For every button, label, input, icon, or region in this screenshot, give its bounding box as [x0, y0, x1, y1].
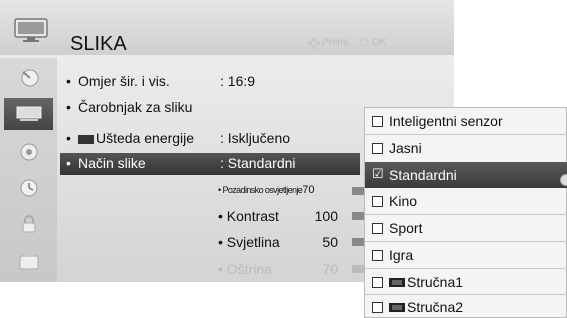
- option-intelligent-sensor[interactable]: Inteligentni senzor: [365, 108, 567, 134]
- menu-item-label: Način slike: [78, 155, 146, 171]
- scroll-handle[interactable]: [560, 174, 567, 186]
- sidebar-item-lock[interactable]: [4, 208, 53, 240]
- option-label: Jasni: [389, 140, 422, 156]
- setting-value: 70: [322, 261, 338, 277]
- setting-label: • Oštrina: [218, 261, 272, 277]
- option-label: Stručna2: [407, 299, 464, 315]
- checkbox[interactable]: [372, 142, 383, 154]
- option-vivid[interactable]: Jasni: [365, 135, 567, 161]
- expert-icon: [389, 277, 405, 287]
- option-expert2[interactable]: Stručna2: [365, 294, 567, 318]
- option-label: Igra: [389, 247, 414, 263]
- tv-icon: [14, 18, 48, 42]
- menu-header: SLIKA Premj. OK: [0, 0, 454, 55]
- setting-value: 100: [314, 208, 338, 224]
- menu-item-picture-wizard[interactable]: • Čarobnjak za sliku: [66, 99, 366, 115]
- lock-icon: [22, 215, 35, 233]
- menu-item-value: : Isključeno: [220, 130, 291, 146]
- expert-icon: [389, 302, 405, 312]
- picture-mode-dropdown[interactable]: Inteligentni senzor Jasni ☑ Standardni K…: [364, 107, 567, 318]
- menu-item-value: : 16:9: [220, 73, 256, 89]
- option-label: Inteligentni senzor: [389, 113, 503, 129]
- navigation-hint: Premj. OK: [308, 37, 387, 49]
- dpad-icon: [308, 37, 320, 49]
- setting-label: • Svjetlina: [218, 234, 280, 250]
- menu-item-aspect-ratio[interactable]: • Omjer šir. i vis. : 16:9: [66, 73, 366, 89]
- menu-item-picture-mode[interactable]: • Način slike : Standardni: [60, 153, 360, 175]
- menu-item-label: Omjer šir. i vis.: [78, 73, 170, 89]
- checkbox[interactable]: [372, 276, 383, 288]
- option-sport[interactable]: Sport: [365, 215, 567, 241]
- setting-brightness[interactable]: • Svjetlina 50: [218, 234, 338, 250]
- menu-item-value: : Standardni: [220, 155, 296, 171]
- sidebar-item-audio[interactable]: [4, 136, 53, 168]
- hint-move-label: Premj.: [322, 37, 351, 48]
- setting-contrast[interactable]: • Kontrast 100: [218, 208, 338, 224]
- sidebar-item-picture[interactable]: [4, 98, 53, 130]
- setting-value: 50: [322, 234, 338, 250]
- checkbox[interactable]: [372, 249, 383, 261]
- option-expert1[interactable]: Stručna1: [365, 269, 567, 295]
- option-label: Standardni: [389, 167, 457, 183]
- checkbox[interactable]: [372, 195, 383, 207]
- option-standard[interactable]: ☑ Standardni: [365, 162, 567, 188]
- menu-item-label: Čarobnjak za sliku: [78, 99, 193, 115]
- option-label: Sport: [389, 220, 423, 236]
- checkmark-icon: ☑: [372, 165, 384, 181]
- option-cinema[interactable]: Kino: [365, 188, 567, 214]
- menu-item-energy-saving[interactable]: • Ušteda energije : Isključeno: [66, 130, 366, 146]
- category-sidebar: [0, 58, 57, 282]
- sidebar-item-channels[interactable]: [4, 62, 53, 94]
- picture-icon: [16, 106, 41, 121]
- hint-ok-label: OK: [371, 37, 387, 48]
- clock-icon: [20, 179, 37, 197]
- option-game[interactable]: Igra: [365, 242, 567, 268]
- checkbox[interactable]: [372, 301, 383, 313]
- checkbox[interactable]: [372, 115, 383, 127]
- option-label: Kino: [389, 193, 418, 209]
- page-title: SLIKA: [70, 33, 127, 55]
- menu-item-label: Ušteda energije: [96, 130, 195, 146]
- setting-value: 70: [302, 184, 315, 196]
- sidebar-item-options[interactable]: [4, 246, 53, 278]
- setting-label: • Kontrast: [218, 208, 279, 224]
- ok-button-icon: [359, 38, 369, 47]
- eco-icon: [78, 134, 94, 144]
- setting-label: • Pozadinsko osvjetljenje: [218, 185, 303, 195]
- satellite-dish-icon: [21, 69, 38, 87]
- sidebar-item-time[interactable]: [4, 172, 53, 204]
- options-icon: [19, 253, 38, 270]
- checkbox-checked[interactable]: ☑: [372, 165, 384, 181]
- option-label: Stručna1: [407, 274, 464, 290]
- audio-speaker-icon: [20, 143, 37, 161]
- checkbox[interactable]: [372, 222, 383, 234]
- setting-sharpness[interactable]: • Oštrina 70: [218, 261, 338, 277]
- setting-backlight[interactable]: • Pozadinsko osvjetljenje70: [218, 184, 314, 196]
